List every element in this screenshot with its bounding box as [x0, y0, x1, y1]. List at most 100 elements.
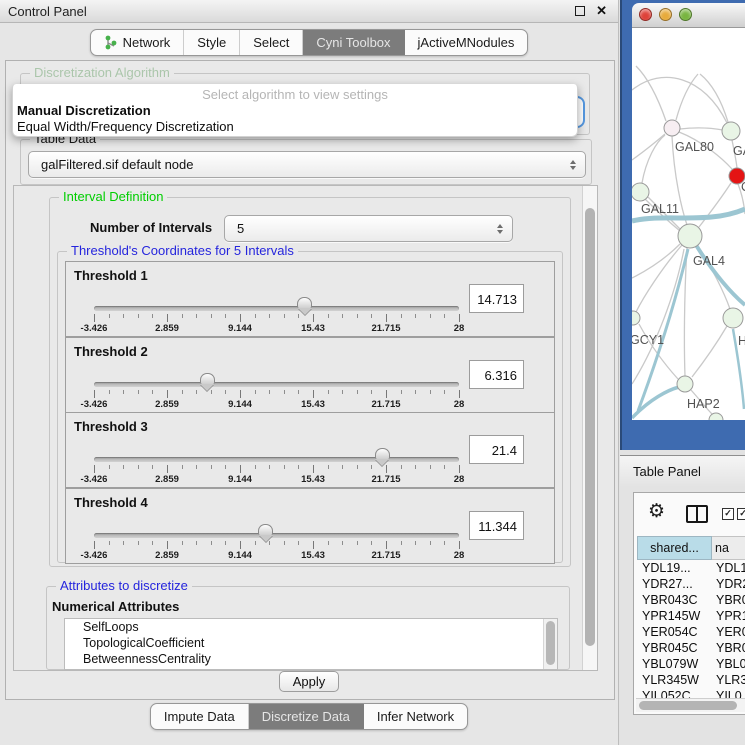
node-label: GAL11: [641, 202, 679, 216]
window-title: Control Panel: [8, 4, 87, 19]
slider-track[interactable]: [94, 457, 459, 462]
threshold-value-field[interactable]: 11.344: [469, 511, 524, 540]
scrollbar-thumb[interactable]: [546, 621, 555, 665]
tab-cyni-toolbox[interactable]: Cyni Toolbox: [302, 30, 403, 55]
network-edge[interactable]: [636, 66, 666, 121]
slider-thumb[interactable]: [200, 373, 215, 390]
network-canvas[interactable]: GAL80GACGAL11GAL4GCY1HHAP2: [632, 28, 745, 420]
network-node-gal11[interactable]: [632, 183, 649, 201]
network-edge[interactable]: [632, 244, 680, 278]
slider-track[interactable]: [94, 306, 459, 311]
tick-label: -3.426: [81, 399, 108, 410]
cell-name: YBL0: [712, 657, 745, 673]
table-row[interactable]: YDL19...YDL1: [637, 561, 745, 577]
table-row[interactable]: YBR045CYBR0: [637, 641, 745, 657]
tick-label: 21.715: [371, 323, 400, 334]
table-data-combobox[interactable]: galFiltered.sif default node: [28, 151, 586, 178]
tab-network[interactable]: Network: [91, 30, 184, 55]
panel-vertical-scrollbar[interactable]: [582, 186, 597, 670]
gear-icon[interactable]: ⚙: [648, 500, 665, 522]
cell-shared-name: YER054C: [637, 625, 712, 641]
table-row[interactable]: YBR043CYBR0: [637, 593, 745, 609]
attribute-item[interactable]: BetweennessCentrality: [65, 651, 557, 667]
network-node-h[interactable]: [723, 308, 743, 328]
slider-thumb[interactable]: [258, 524, 273, 541]
threshold-value-field[interactable]: 14.713: [469, 284, 524, 313]
tick-label: 15.43: [301, 474, 325, 485]
network-node-ga[interactable]: [722, 122, 740, 140]
table-row[interactable]: YLR345WYLR3: [637, 673, 745, 689]
checkbox-icon[interactable]: ✓: [722, 508, 734, 520]
minimize-traffic-light[interactable]: [659, 8, 672, 21]
slider-thumb[interactable]: [375, 448, 390, 465]
numerical-attributes-list[interactable]: SelfLoopsTopologicalCoefficientBetweenne…: [64, 618, 558, 670]
tab-discretize-data[interactable]: Discretize Data: [248, 704, 363, 729]
tab-select[interactable]: Select: [239, 30, 302, 55]
threshold-panel-4: Threshold 4-3.4262.8599.14415.4321.71528…: [65, 488, 555, 564]
control-panel-titlebar: Control Panel ✕: [0, 0, 618, 23]
table-row[interactable]: YER054CYER0: [637, 625, 745, 641]
zoom-traffic-light[interactable]: [679, 8, 692, 21]
attributes-scrollbar[interactable]: [543, 619, 557, 669]
network-node-hap2[interactable]: [677, 376, 693, 392]
group-title: Attributes to discretize: [56, 578, 192, 593]
network-node-gal4[interactable]: [678, 224, 702, 248]
table-header-row: shared...na: [637, 536, 745, 560]
table-row[interactable]: YDR27...YDR2: [637, 577, 745, 593]
node-label: GA: [733, 144, 745, 158]
node-label: GAL4: [693, 254, 725, 268]
algorithm-option[interactable]: Manual Discretization: [15, 103, 151, 119]
network-edge[interactable]: [632, 77, 727, 123]
tab-label: jActiveMNodules: [418, 35, 515, 50]
tick-label: 9.144: [228, 323, 252, 334]
attribute-item[interactable]: TopologicalCoefficient: [65, 635, 557, 651]
table-row[interactable]: YBL079WYBL0: [637, 657, 745, 673]
network-edge[interactable]: [680, 128, 723, 130]
algorithm-option[interactable]: Equal Width/Frequency Discretization: [15, 119, 234, 135]
tick-label: 2.859: [155, 550, 179, 561]
tick-label: -3.426: [81, 550, 108, 561]
network-edge[interactable]: [692, 326, 727, 377]
attribute-item[interactable]: SelfLoops: [65, 619, 557, 635]
apply-button[interactable]: Apply: [279, 671, 339, 692]
threshold-panel-3: Threshold 3-3.4262.8599.14415.4321.71528…: [65, 412, 555, 488]
network-node-gcy1[interactable]: [632, 311, 640, 325]
tab-jactivemnodules[interactable]: jActiveMNodules: [404, 30, 528, 55]
table-row[interactable]: YPR145WYPR1: [637, 609, 745, 625]
column-header[interactable]: shared...: [637, 536, 712, 560]
interval-definition-group: Interval Definition Number of Intervals …: [49, 197, 571, 567]
network-node-gal80[interactable]: [664, 120, 680, 136]
slider-thumb[interactable]: [297, 297, 312, 314]
tab-style[interactable]: Style: [183, 30, 239, 55]
scrollbar-thumb[interactable]: [639, 701, 737, 710]
close-icon[interactable]: ✕: [596, 3, 607, 19]
network-edge[interactable]: [699, 183, 731, 227]
scrollbar-thumb[interactable]: [585, 208, 595, 646]
float-window-icon[interactable]: [575, 6, 585, 16]
network-node[interactable]: [709, 413, 723, 420]
table-panel-body: ⚙ ✓ ✓ shared...na YDL19...YDL1YDR27...YD…: [620, 487, 745, 745]
cell-name: YDL1: [712, 561, 745, 577]
network-edge[interactable]: [700, 74, 728, 122]
tab-infer-network[interactable]: Infer Network: [363, 704, 467, 729]
threshold-value-field[interactable]: 6.316: [469, 360, 524, 389]
columns-icon[interactable]: [686, 505, 708, 523]
number-of-intervals-combobox[interactable]: 5: [224, 215, 513, 242]
number-of-intervals-label: Number of Intervals: [90, 220, 212, 235]
slider-track[interactable]: [94, 533, 459, 538]
network-edge[interactable]: [642, 135, 665, 183]
network-edge-highlighted[interactable]: [632, 387, 679, 418]
slider-ticks: [94, 541, 459, 550]
network-edge[interactable]: [632, 134, 665, 160]
threshold-value-field[interactable]: 21.4: [469, 435, 524, 464]
screenshot-root: Control Panel ✕ Network StyleSelectCyni T…: [0, 0, 745, 745]
tab-label: Network: [123, 35, 171, 50]
control-panel-window: Control Panel ✕ Network StyleSelectCyni T…: [0, 0, 619, 745]
slider-track[interactable]: [94, 382, 459, 387]
tab-impute-data[interactable]: Impute Data: [151, 704, 248, 729]
checkbox-icon[interactable]: ✓: [737, 508, 745, 520]
close-traffic-light[interactable]: [639, 8, 652, 21]
table-horizontal-scrollbar[interactable]: [636, 698, 745, 712]
network-edge[interactable]: [676, 74, 698, 120]
column-header[interactable]: na: [712, 536, 745, 560]
